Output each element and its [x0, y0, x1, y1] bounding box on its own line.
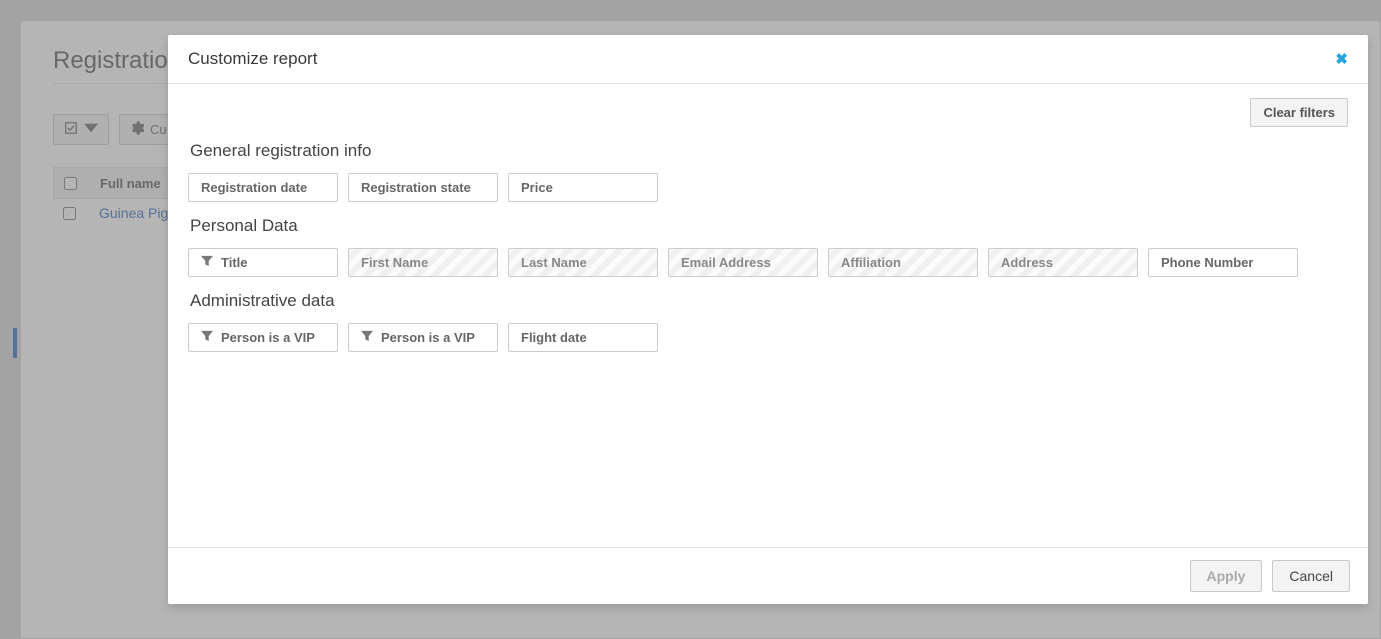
field-pill-label: Person is a VIP	[381, 330, 475, 345]
pill-row: Registration date Registration state Price	[188, 173, 1348, 202]
field-pill-label: Flight date	[521, 330, 587, 345]
field-pill-label: Price	[521, 180, 553, 195]
field-pill[interactable]: Address	[988, 248, 1138, 277]
section-title: Personal Data	[190, 216, 1348, 236]
page-background: Registrations Cu Full name	[0, 0, 1381, 639]
pill-row: Title First Name Last Name Email Address Aff…	[188, 248, 1348, 277]
clear-filters-row: Clear filters	[188, 98, 1348, 127]
field-pill-label: Address	[1001, 255, 1053, 270]
field-pill[interactable]: Affiliation	[828, 248, 978, 277]
field-pill-label: Email Address	[681, 255, 771, 270]
cancel-button[interactable]: Cancel	[1272, 560, 1350, 592]
field-pill-label: Last Name	[521, 255, 587, 270]
filter-icon	[201, 330, 213, 345]
clear-filters-button[interactable]: Clear filters	[1250, 98, 1348, 127]
field-pill[interactable]: Email Address	[668, 248, 818, 277]
report-section: Administrative dataPerson is a VIPPerson…	[188, 291, 1348, 352]
field-pill-label: Affiliation	[841, 255, 901, 270]
modal-footer: Apply Cancel	[168, 547, 1368, 604]
report-section: General registration info Registration da…	[188, 141, 1348, 202]
apply-button[interactable]: Apply	[1190, 560, 1263, 592]
field-pill[interactable]: Registration date	[188, 173, 338, 202]
field-pill-label: Person is a VIP	[221, 330, 315, 345]
field-pill[interactable]: Person is a VIP	[188, 323, 338, 352]
close-icon[interactable]: ✖	[1335, 50, 1348, 68]
field-pill[interactable]: Flight date	[508, 323, 658, 352]
field-pill-label: Registration state	[361, 180, 471, 195]
field-pill-label: Title	[221, 255, 248, 270]
filter-icon	[201, 255, 213, 270]
modal-body: Clear filters General registration info R…	[168, 84, 1368, 547]
section-title: General registration info	[190, 141, 1348, 161]
sections-container: General registration info Registration da…	[188, 141, 1348, 352]
field-pill[interactable]: Phone Number	[1148, 248, 1298, 277]
field-pill[interactable]: Person is a VIP	[348, 323, 498, 352]
report-section: Personal Data Title First Name Last Name Ema…	[188, 216, 1348, 277]
field-pill-label: Phone Number	[1161, 255, 1253, 270]
filter-icon	[361, 330, 373, 345]
modal-title: Customize report	[188, 49, 317, 69]
field-pill[interactable]: Last Name	[508, 248, 658, 277]
field-pill-label: First Name	[361, 255, 428, 270]
field-pill[interactable]: Registration state	[348, 173, 498, 202]
field-pill[interactable]: Price	[508, 173, 658, 202]
field-pill-label: Registration date	[201, 180, 307, 195]
customize-report-modal: Customize report ✖ Clear filters General…	[168, 35, 1368, 604]
field-pill[interactable]: First Name	[348, 248, 498, 277]
pill-row: Person is a VIP Person is a VIP Flight dat…	[188, 323, 1348, 352]
section-title: Administrative data	[190, 291, 1348, 311]
modal-header: Customize report ✖	[168, 35, 1368, 84]
field-pill[interactable]: Title	[188, 248, 338, 277]
